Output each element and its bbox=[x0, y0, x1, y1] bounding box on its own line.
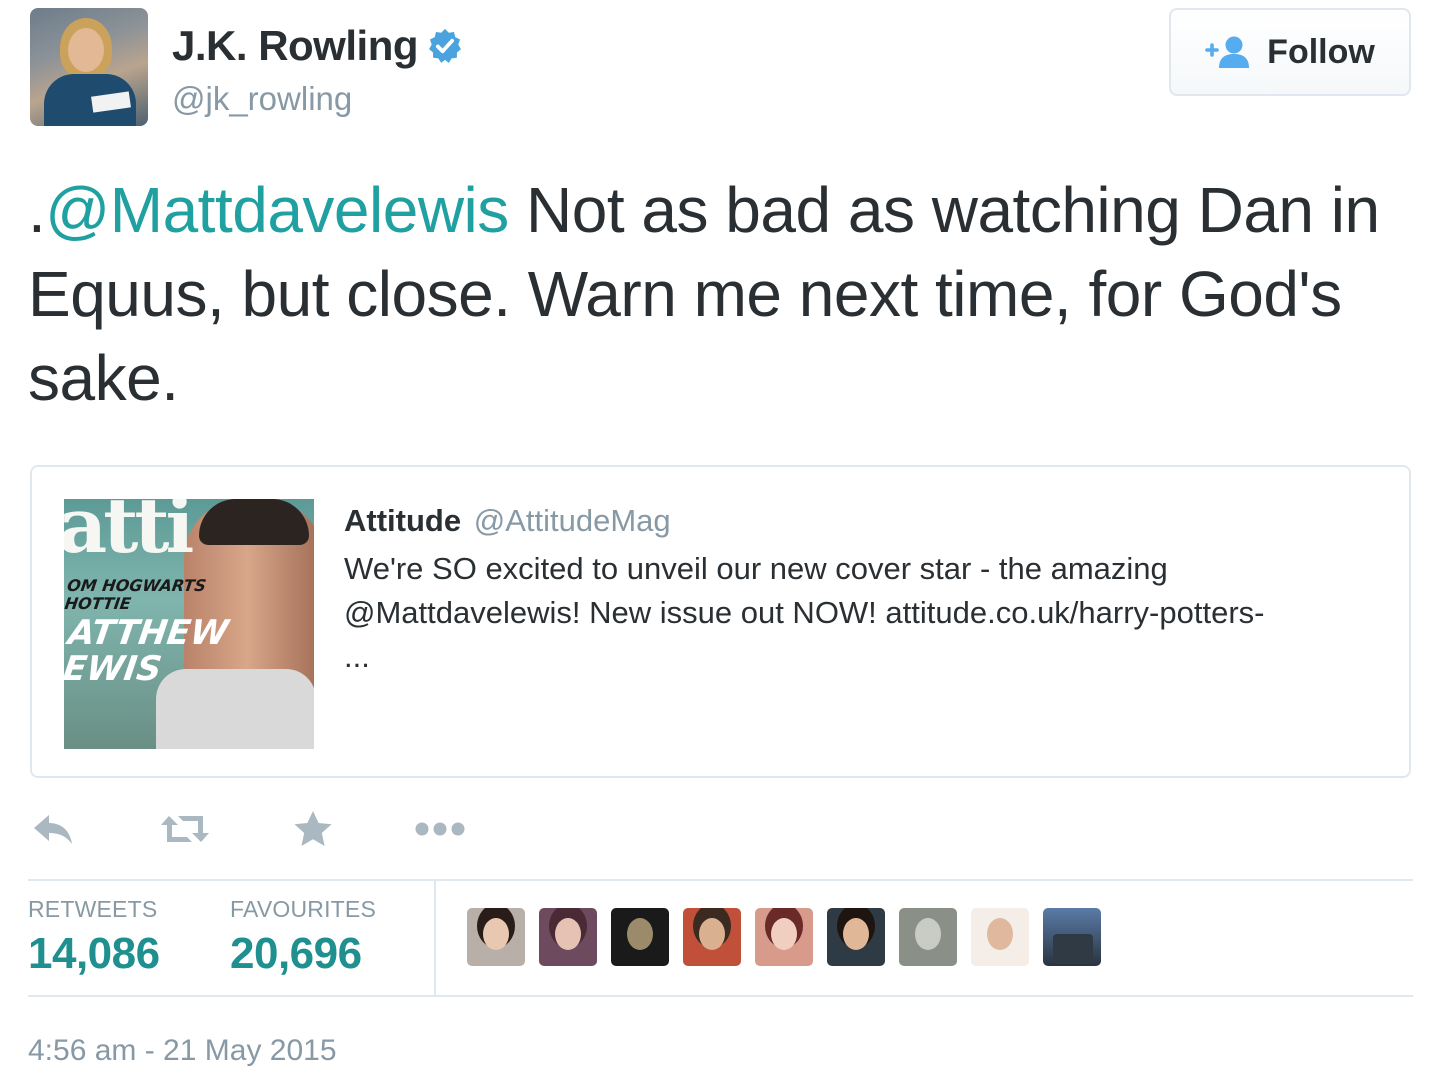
stats-divider-bottom bbox=[28, 995, 1413, 997]
favoriter-avatar[interactable] bbox=[971, 908, 1029, 966]
retweets-count: 14,086 bbox=[28, 929, 160, 978]
cover-figure-hair bbox=[199, 499, 309, 545]
favourites-label: FAVOURITES bbox=[230, 896, 376, 922]
favoriter-avatar[interactable] bbox=[611, 908, 669, 966]
author-handle[interactable]: @jk_rowling bbox=[172, 80, 352, 118]
retweets-stat[interactable]: RETWEETS 14,086 bbox=[28, 896, 160, 979]
add-user-icon bbox=[1205, 36, 1250, 68]
cover-line-small: OM HOGWARTS HOTTIE bbox=[64, 576, 208, 613]
avatar-face bbox=[68, 28, 104, 72]
reply-button[interactable] bbox=[30, 806, 76, 852]
favoriter-avatar[interactable] bbox=[683, 908, 741, 966]
follow-button[interactable]: Follow bbox=[1169, 8, 1411, 96]
quoted-tweet-header: Attitude @AttitudeMag bbox=[344, 503, 671, 539]
tweet-prefix: . bbox=[28, 174, 46, 246]
tweet-timestamp[interactable]: 4:56 am - 21 May 2015 bbox=[28, 1034, 337, 1068]
quoted-tweet-thumbnail[interactable]: atti OM HOGWARTS HOTTIE ATTHEW EWIS bbox=[64, 499, 314, 749]
mention-link[interactable]: @Mattdavelewis bbox=[45, 174, 509, 246]
favoriter-avatar[interactable] bbox=[827, 908, 885, 966]
favourites-count: 20,696 bbox=[230, 929, 362, 978]
star-icon bbox=[294, 811, 332, 846]
author-avatar[interactable] bbox=[30, 8, 148, 126]
cover-line-large: ATTHEW EWIS bbox=[64, 613, 231, 689]
more-icon bbox=[415, 822, 465, 836]
stats-divider-top bbox=[28, 879, 1413, 881]
cover-line-2: HOTTIE bbox=[64, 594, 133, 613]
cover-line-3: ATTHEW bbox=[65, 613, 231, 653]
verified-badge-icon bbox=[429, 28, 461, 63]
retweet-button[interactable] bbox=[158, 806, 212, 852]
cover-line-4: EWIS bbox=[64, 649, 165, 689]
retweet-icon bbox=[161, 816, 209, 842]
stats-divider-vertical bbox=[434, 881, 436, 995]
favourites-stat[interactable]: FAVOURITES 20,696 bbox=[230, 896, 376, 979]
reply-icon bbox=[34, 815, 72, 844]
favoriter-avatar[interactable] bbox=[755, 908, 813, 966]
more-button[interactable] bbox=[414, 806, 466, 852]
quoted-tweet-card[interactable]: atti OM HOGWARTS HOTTIE ATTHEW EWIS Atti… bbox=[30, 465, 1411, 778]
retweets-label: RETWEETS bbox=[28, 896, 158, 922]
tweet-text: .@Mattdavelewis Not as bad as watching D… bbox=[28, 168, 1418, 420]
quoted-tweet-text: We're SO excited to unveil our new cover… bbox=[344, 547, 1394, 679]
cover-masthead: atti bbox=[64, 499, 194, 570]
favoriter-avatars bbox=[467, 908, 1115, 966]
favoriter-avatar[interactable] bbox=[539, 908, 597, 966]
author-display-name[interactable]: J.K. Rowling bbox=[172, 22, 419, 70]
quoted-tweet-body: We're SO excited to unveil our new cover… bbox=[344, 551, 1265, 630]
favoriter-avatar[interactable] bbox=[467, 908, 525, 966]
follow-label: Follow bbox=[1267, 32, 1375, 71]
quoted-tweet-ellipsis: ... bbox=[344, 639, 370, 674]
quoted-tweet-handle[interactable]: @AttitudeMag bbox=[474, 503, 671, 538]
favoriter-avatar[interactable] bbox=[1043, 908, 1101, 966]
cover-line-1: OM HOGWARTS bbox=[66, 576, 208, 595]
quoted-tweet-name[interactable]: Attitude bbox=[344, 503, 461, 538]
favoriter-avatar[interactable] bbox=[899, 908, 957, 966]
favourite-button[interactable] bbox=[292, 806, 334, 852]
author-name-row: J.K. Rowling bbox=[172, 22, 464, 70]
